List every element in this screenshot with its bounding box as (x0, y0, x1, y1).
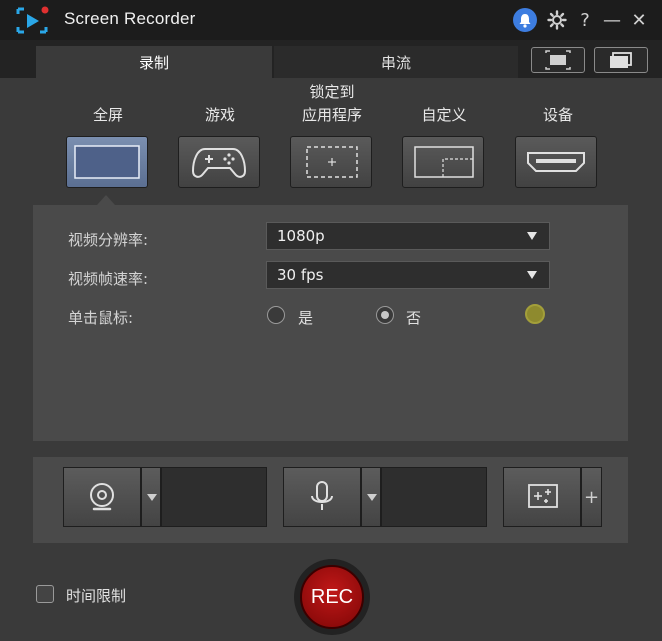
resolution-select[interactable]: 1080p (266, 222, 550, 250)
app-lock-icon (306, 146, 358, 178)
framerate-select[interactable]: 30 fps (266, 261, 550, 289)
mouse-click-yes-radio[interactable] (267, 306, 285, 324)
mouse-click-no-label: 否 (406, 309, 422, 327)
click-indicator-color-swatch[interactable] (525, 304, 545, 324)
time-limit-label: 时间限制 (66, 587, 127, 605)
add-device-button[interactable]: + (581, 467, 602, 527)
windows-stack-icon (610, 52, 632, 68)
chevron-down-icon (527, 232, 537, 240)
tab-record[interactable]: 录制 (36, 46, 272, 78)
resolution-value: 1080p (277, 227, 325, 245)
framerate-label: 视频帧速率: (68, 270, 149, 288)
record-button[interactable]: REC (300, 565, 364, 629)
mode-label-app-lock-line1: 锁定到 (309, 83, 355, 101)
window-view-button[interactable] (594, 47, 648, 73)
hdmi-device-icon (527, 152, 585, 172)
mouse-click-label: 单击鼠标: (68, 309, 134, 327)
microphone-button[interactable] (283, 467, 361, 527)
mode-label-app-lock-line2: 应用程序 (301, 106, 362, 124)
effects-button[interactable] (503, 467, 581, 527)
mode-fullscreen-button[interactable] (66, 136, 148, 188)
custom-area-icon (414, 146, 474, 178)
chevron-down-icon (367, 494, 377, 501)
webcam-dropdown[interactable] (141, 467, 161, 527)
notification-bell-button[interactable] (513, 8, 537, 32)
mode-custom-button[interactable] (402, 136, 484, 188)
fullscreen-icon (74, 145, 140, 179)
mode-label-device: 设备 (542, 106, 573, 124)
minimize-button[interactable]: — (600, 8, 624, 32)
microphone-dropdown[interactable] (361, 467, 381, 527)
mouse-click-yes-label: 是 (298, 309, 314, 327)
chevron-down-icon (147, 494, 157, 501)
webcam-button[interactable] (63, 467, 141, 527)
resolution-label: 视频分辨率: (68, 231, 149, 249)
mode-game-button[interactable] (178, 136, 260, 188)
mode-app-lock-button[interactable] (290, 136, 372, 188)
bell-icon (519, 14, 531, 28)
screen-capture-view-button[interactable] (531, 47, 585, 73)
app-title: Screen Recorder (64, 9, 196, 28)
sparkle-effects-icon (528, 484, 558, 508)
mode-label-fullscreen: 全屏 (92, 106, 123, 124)
close-button[interactable]: ✕ (627, 8, 651, 32)
webcam-preview-slot (161, 467, 267, 527)
webcam-icon (90, 483, 114, 511)
app-logo-icon (16, 6, 49, 34)
mode-label-custom: 自定义 (421, 106, 467, 124)
help-button[interactable]: ? (573, 8, 597, 32)
capture-frame-icon (545, 50, 571, 70)
framerate-value: 30 fps (277, 266, 324, 284)
mouse-click-no-radio[interactable] (376, 306, 394, 324)
settings-button[interactable] (545, 8, 569, 32)
tab-stream[interactable]: 串流 (274, 46, 518, 78)
gamepad-icon (191, 148, 247, 178)
time-limit-checkbox[interactable] (36, 585, 54, 603)
mode-label-game: 游戏 (204, 106, 235, 124)
mode-device-button[interactable] (515, 136, 597, 188)
active-mode-pointer (97, 195, 115, 205)
microphone-level-slot (381, 467, 487, 527)
chevron-down-icon (527, 271, 537, 279)
gear-icon (547, 10, 567, 30)
microphone-icon (311, 481, 333, 510)
